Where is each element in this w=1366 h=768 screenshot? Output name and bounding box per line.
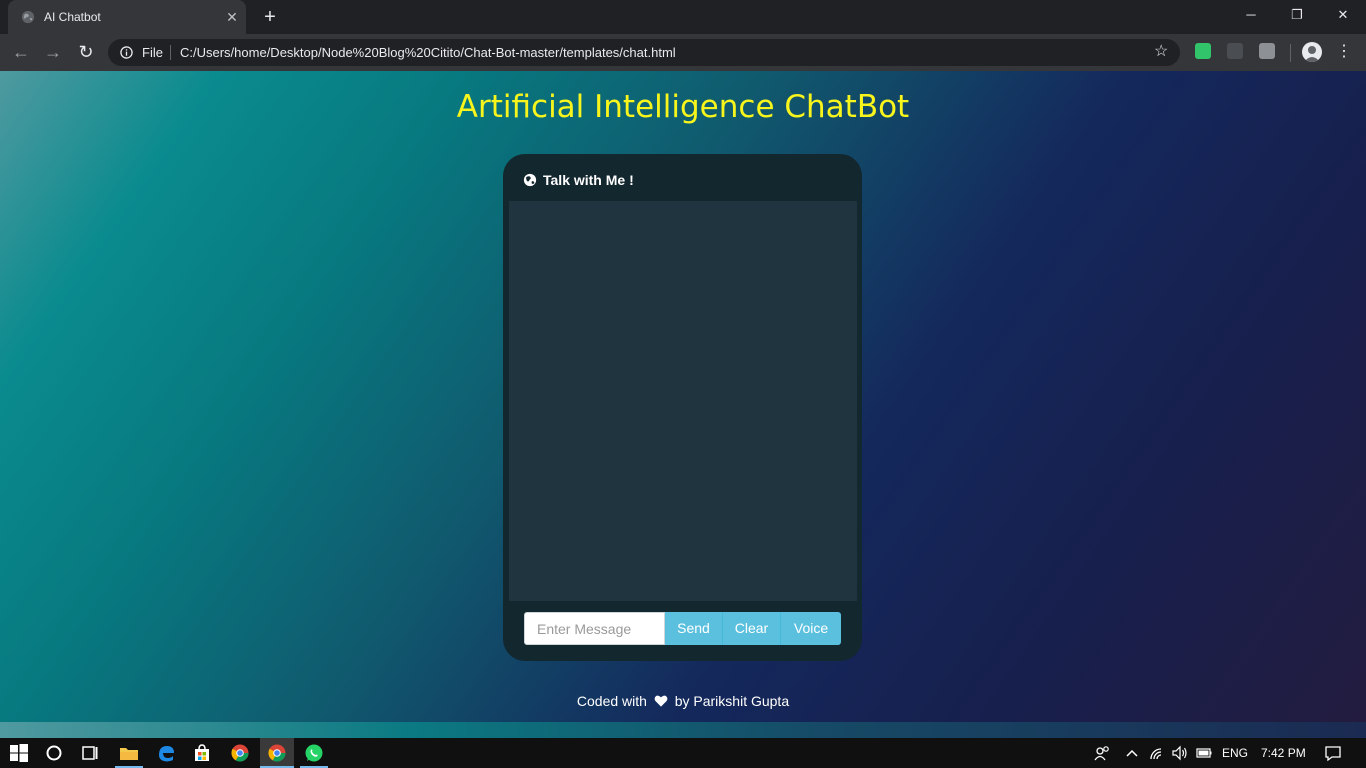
- tab-close-icon[interactable]: ✕: [224, 9, 240, 25]
- minimize-button[interactable]: ─: [1228, 0, 1274, 30]
- tab-title: AI Chatbot: [44, 10, 101, 24]
- page-bottom-strip: [0, 722, 1366, 738]
- url-scheme-label: File: [142, 45, 163, 60]
- language-indicator[interactable]: ENG: [1222, 746, 1248, 760]
- address-bar[interactable]: File C:/Users/home/Desktop/Node%20Blog%2…: [108, 39, 1180, 66]
- windows-start-icon[interactable]: [9, 743, 29, 763]
- footer-prefix: Coded with: [576, 693, 647, 709]
- globe-icon: [21, 10, 35, 24]
- task-view-icon[interactable]: [80, 743, 100, 763]
- globe-icon: [523, 173, 537, 187]
- url-separator: [170, 45, 171, 60]
- cortana-search-icon[interactable]: [44, 743, 64, 763]
- browser-menu-icon[interactable]: ⋮: [1336, 41, 1352, 63]
- chrome-active-icon[interactable]: [267, 743, 287, 763]
- chevron-up-icon[interactable]: [1122, 743, 1142, 763]
- wifi-icon[interactable]: [1148, 743, 1168, 763]
- back-button[interactable]: ←: [11, 42, 31, 62]
- forward-button[interactable]: →: [43, 42, 63, 62]
- footer-suffix: by Parikshit Gupta: [674, 693, 790, 709]
- store-icon[interactable]: [192, 743, 212, 763]
- battery-icon[interactable]: [1194, 743, 1214, 763]
- chat-header-label: Talk with Me !: [543, 172, 634, 188]
- action-center-icon[interactable]: [1323, 743, 1343, 763]
- info-icon[interactable]: [120, 46, 133, 59]
- clock[interactable]: 7:42 PM: [1261, 746, 1306, 760]
- chat-header: Talk with Me !: [523, 172, 634, 190]
- file-explorer-icon[interactable]: [119, 743, 139, 763]
- speaker-icon[interactable]: [1170, 743, 1190, 763]
- extension-grey-icon[interactable]: [1227, 43, 1243, 59]
- page-title: Artificial Intelligence ChatBot: [456, 89, 910, 125]
- message-input-row: Send Clear Voice: [524, 612, 841, 645]
- close-window-button[interactable]: ✕: [1320, 0, 1366, 30]
- bookmark-star-icon[interactable]: ☆: [1154, 43, 1168, 61]
- tab-ai-chatbot[interactable]: AI Chatbot ✕: [8, 0, 246, 34]
- chrome-icon[interactable]: [230, 743, 250, 763]
- send-button[interactable]: Send: [665, 612, 723, 645]
- browser-toolbar: ← → ↻ File C:/Users/home/Desktop/Node%20…: [0, 34, 1366, 71]
- toolbar-divider: [1290, 44, 1291, 62]
- url-text[interactable]: C:/Users/home/Desktop/Node%20Blog%20Citi…: [180, 45, 676, 60]
- chat-messages-area[interactable]: [509, 201, 857, 601]
- extension-green-icon[interactable]: [1195, 43, 1211, 59]
- people-icon[interactable]: [1092, 743, 1112, 763]
- edge-browser-icon[interactable]: [156, 743, 176, 763]
- footer-credit: Coded with by Parikshit Gupta: [0, 693, 1366, 709]
- windows-taskbar: ENG 7:42 PM: [0, 738, 1366, 768]
- reload-button[interactable]: ↻: [76, 42, 96, 62]
- chat-card: Talk with Me ! Send Clear Voice: [503, 154, 862, 661]
- heart-icon: [654, 695, 668, 707]
- page-background: Artificial Intelligence ChatBot Talk wit…: [0, 71, 1366, 722]
- profile-avatar-icon[interactable]: [1302, 42, 1322, 62]
- extension-k-icon[interactable]: [1259, 43, 1275, 59]
- browser-tab-strip: AI Chatbot ✕ + ─ ❐ ✕: [0, 0, 1366, 34]
- message-input[interactable]: [524, 612, 665, 645]
- voice-button[interactable]: Voice: [781, 612, 841, 645]
- restore-button[interactable]: ❐: [1274, 0, 1320, 30]
- whatsapp-icon[interactable]: [304, 743, 324, 763]
- new-tab-button[interactable]: +: [260, 7, 280, 27]
- clear-button[interactable]: Clear: [723, 612, 781, 645]
